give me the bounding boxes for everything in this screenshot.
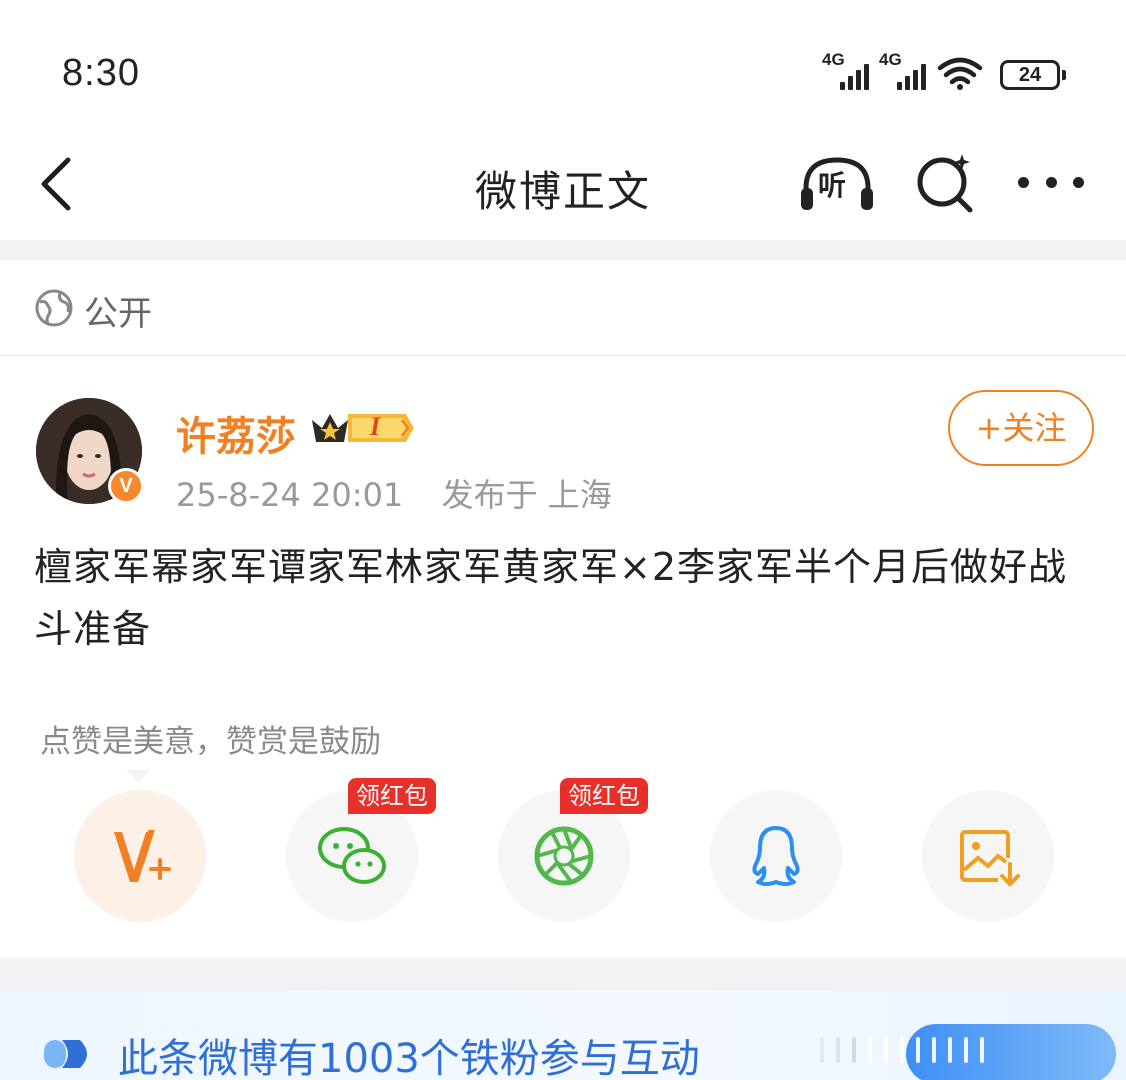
fans-count-text: 此条微博有1003个铁粉参与互动 <box>118 1036 700 1080</box>
listen-label: 听 <box>818 169 847 202</box>
red-packet-badge: 领红包 <box>560 778 648 814</box>
tip-caret <box>126 770 150 782</box>
post-meta: 25-8-24 20:01 发布于 上海 <box>176 470 612 516</box>
v-plus-icon <box>114 830 171 882</box>
fans-decoration <box>820 1030 1120 1070</box>
member-crown-icon[interactable]: I <box>308 406 418 450</box>
member-level: I <box>370 412 381 441</box>
wechat-icon <box>318 827 386 884</box>
vplus-share-button[interactable] <box>74 790 206 922</box>
status-time: 8:30 <box>62 52 140 94</box>
save-image-icon <box>960 830 1020 887</box>
battery-level: 24 <box>1000 60 1060 90</box>
save-image-share-button[interactable] <box>922 790 1054 922</box>
signal-icon: 4G <box>822 50 869 90</box>
battery-icon: 24 <box>1000 60 1066 90</box>
signal-icon: 4G <box>879 50 926 90</box>
listen-button[interactable]: 听 <box>798 154 876 214</box>
follow-button[interactable]: +关注 <box>948 390 1094 466</box>
verified-badge: V <box>108 468 144 504</box>
post-text: 檀家军幂家军谭家军林家军黄家军×2李家军半个月后做好战斗准备 <box>34 545 1068 651</box>
reward-tip: 点赞是美意，赞赏是鼓励 <box>40 724 381 760</box>
moments-icon <box>534 826 594 886</box>
visibility-label: 公开 <box>84 294 152 334</box>
more-icon[interactable] <box>1018 172 1084 192</box>
qq-icon <box>752 826 800 886</box>
visibility-row: 公开 <box>0 260 1126 356</box>
section-divider <box>0 958 1126 990</box>
qq-share-button[interactable] <box>710 790 842 922</box>
section-divider <box>0 240 1126 260</box>
author-name[interactable]: 许荔莎 <box>176 404 296 462</box>
signal-label: 4G <box>822 50 845 69</box>
status-icons: 4G 4G 24 <box>822 50 1066 90</box>
post-location: 发布于 上海 <box>441 476 612 514</box>
search-icon[interactable] <box>914 150 978 214</box>
globe-icon <box>35 289 73 327</box>
signal-label: 4G <box>879 50 902 69</box>
status-bar: 8:30 4G 4G 24 <box>0 0 1126 130</box>
post-timestamp: 25-8-24 20:01 <box>176 476 404 514</box>
share-row: 领红包 领红包 <box>0 778 1126 930</box>
wifi-icon <box>937 57 983 90</box>
navbar: 微博正文 听 <box>0 130 1126 240</box>
fans-icon <box>44 1040 87 1068</box>
fans-interaction-bar[interactable]: 此条微博有1003个铁粉参与互动 <box>0 990 1126 1080</box>
red-packet-badge: 领红包 <box>348 778 436 814</box>
